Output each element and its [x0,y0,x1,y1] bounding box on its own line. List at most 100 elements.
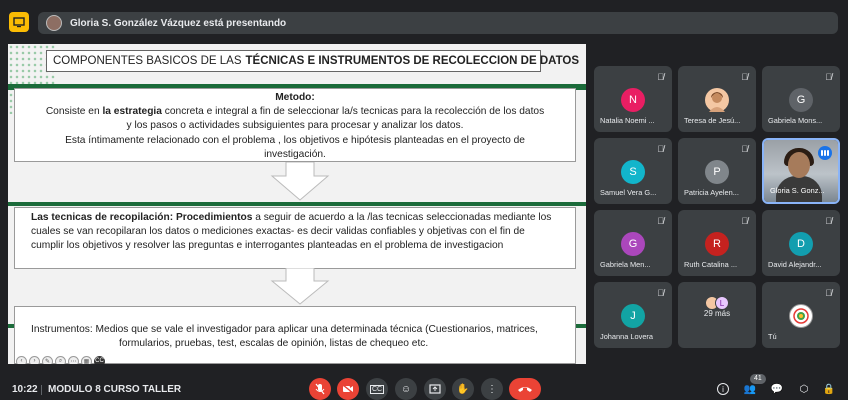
mini-avatar: L [715,296,729,310]
shared-slide: COMPONENTES BASICOS DE LAS TÉCNICAS E IN… [8,44,586,364]
zoom-icon[interactable]: ⌕ [55,355,66,364]
metodo-line1-bold: la estrategia [102,106,162,118]
presenter-banner: Gloria S. González Vázquez está presenta… [38,12,838,34]
emoji-icon: ☺ [400,383,412,395]
mic-off-icon: 🎙̸ [741,216,748,226]
present-screen-button[interactable] [424,378,446,400]
activities-button[interactable]: ⬡ [797,382,811,396]
mic-off-icon: 🎙̸ [741,144,748,154]
participant-tile[interactable]: 🎙̸ G Gabriela Men... [594,210,672,276]
end-call-button[interactable] [509,378,541,400]
chat-button[interactable]: 💬 [770,382,784,396]
metodo-box: Metodo: Consiste en la estrategia concre… [14,88,576,162]
participant-name: Natalia Noemi ... [600,116,655,125]
participant-tile[interactable]: 🎙̸ J Johanna Lovera [594,282,672,348]
presentation-icon[interactable] [9,12,29,32]
speaking-indicator-icon [818,146,832,160]
participant-tile[interactable]: 🎙̸ S Samuel Vera G... [594,138,672,204]
slide-title-plain: COMPONENTES BASICOS DE LAS [53,55,242,67]
metodo-line2: y los pasos o actividades subsiguientes … [126,120,464,132]
slide-title-bold: TÉCNICAS E INSTRUMENTOS DE RECOLECCION D… [245,55,580,67]
people-button[interactable]: 👥 [743,382,757,396]
mic-off-icon: 🎙̸ [825,72,832,82]
mic-toggle-button[interactable] [309,378,331,400]
host-controls-button[interactable]: 🔒 [822,382,836,396]
participant-tile-speaking[interactable]: Gloria S. Gonz... [762,138,840,204]
more-count: 29 más [703,309,731,318]
mic-off-icon: 🎙̸ [825,288,832,298]
more-options-button[interactable]: ⋮ [481,378,503,400]
green-band-middle [8,202,586,206]
mic-off-icon: 🎙̸ [657,72,664,82]
slide-controls[interactable]: ‹ › ✎ ⌕ ⋯ ▦ CC [16,354,126,364]
down-arrow-1 [270,162,330,201]
participant-name: Patricia Ayelen... [684,188,739,197]
activities-icon: ⬡ [799,383,809,395]
down-arrow-2 [270,268,330,305]
participant-avatar: G [789,88,813,112]
participant-name: Tú [768,332,777,341]
participant-tile[interactable]: 🎙̸ Teresa de Jesú... [678,66,756,132]
meeting-details-button[interactable]: i [716,382,730,396]
participant-name: Gabriela Mons... [768,116,823,125]
participant-avatar: S [621,160,645,184]
separator [41,385,42,395]
self-tile[interactable]: 🎙̸ Tú [762,282,840,348]
top-bar: Gloria S. González Vázquez está presenta… [0,0,848,44]
more-vert-icon: ⋮ [487,383,497,395]
present-screen-icon [429,384,441,394]
participant-tile[interactable]: 🎙̸ R Ruth Catalina ... [678,210,756,276]
hang-up-icon [518,387,532,392]
caption-icon[interactable]: CC [94,355,105,364]
mic-off-icon: 🎙̸ [741,72,748,82]
participant-tile[interactable]: 🎙̸ N Natalia Noemi ... [594,66,672,132]
self-avatar-logo [789,304,813,328]
captions-button[interactable]: CC [366,378,388,400]
pen-icon[interactable]: ✎ [42,355,53,364]
tecnicas-line1-post: a seguir de acuerdo a la /las tecnicas s… [252,212,552,223]
reactions-button[interactable]: ☺ [395,378,417,400]
participant-avatar: G [621,232,645,256]
next-slide-icon[interactable]: › [29,355,40,364]
participant-avatar: R [705,232,729,256]
participant-name: Gloria S. Gonz... [770,186,825,195]
tecnicas-line2: cuales se van recopilaran los datos o me… [31,226,525,238]
lock-icon: 🔒 [822,383,836,395]
participant-name: Teresa de Jesú... [684,116,741,125]
presentation-area: COMPONENTES BASICOS DE LAS TÉCNICAS E IN… [0,42,588,366]
participant-avatar: P [705,160,729,184]
menu-dots-icon[interactable]: ⋯ [68,355,79,364]
participant-avatar: J [621,304,645,328]
grid-icon[interactable]: ▦ [81,355,92,364]
participant-avatar: N [621,88,645,112]
participant-tile[interactable]: 🎙̸ G Gabriela Mons... [762,66,840,132]
participant-name: David Alejandr... [768,260,822,269]
camera-toggle-button[interactable] [337,378,359,400]
mic-off-icon [315,383,325,395]
metodo-line1-post: concreta e integral a fin de seleccionar… [161,106,545,118]
tecnicas-box: Las tecnicas de recopilación: Procedimie… [14,207,576,269]
more-participants-tile[interactable]: L 29 más [678,282,756,348]
metodo-heading: Metodo: [275,92,315,103]
camera-off-icon [342,384,354,394]
mic-off-icon: 🎙̸ [657,216,664,226]
chat-icon: 💬 [770,383,784,395]
participant-tile[interactable]: 🎙̸ P Patricia Ayelen... [678,138,756,204]
tecnicas-bold: Las tecnicas de recopilación: Procedimie… [31,212,253,223]
meeting-name: MODULO 8 CURSO TALLER [48,384,182,395]
tecnicas-line3: cumplir los objetivos y resolver las pre… [31,240,504,252]
instrumentos-line2: formularios, pruebas, test, escalas de o… [119,338,429,350]
participant-name: Gabriela Men... [600,260,651,269]
prev-slide-icon[interactable]: ‹ [16,355,27,364]
captions-icon: CC [369,384,385,394]
metodo-line4: investigación. [264,148,326,160]
info-icon: i [717,383,729,395]
instrumentos-line1: Instrumentos: Medios que se vale el inve… [31,324,538,335]
slide-title: COMPONENTES BASICOS DE LAS TÉCNICAS E IN… [46,50,579,72]
participant-avatar: D [789,232,813,256]
people-icon: 👥 [743,383,757,395]
participant-tile[interactable]: 🎙̸ D David Alejandr... [762,210,840,276]
raise-hand-button[interactable]: ✋ [452,378,474,400]
metodo-line3: Esta íntimamente relacionado con el prob… [65,134,525,146]
presenter-text: Gloria S. González Vázquez está presenta… [70,17,287,29]
